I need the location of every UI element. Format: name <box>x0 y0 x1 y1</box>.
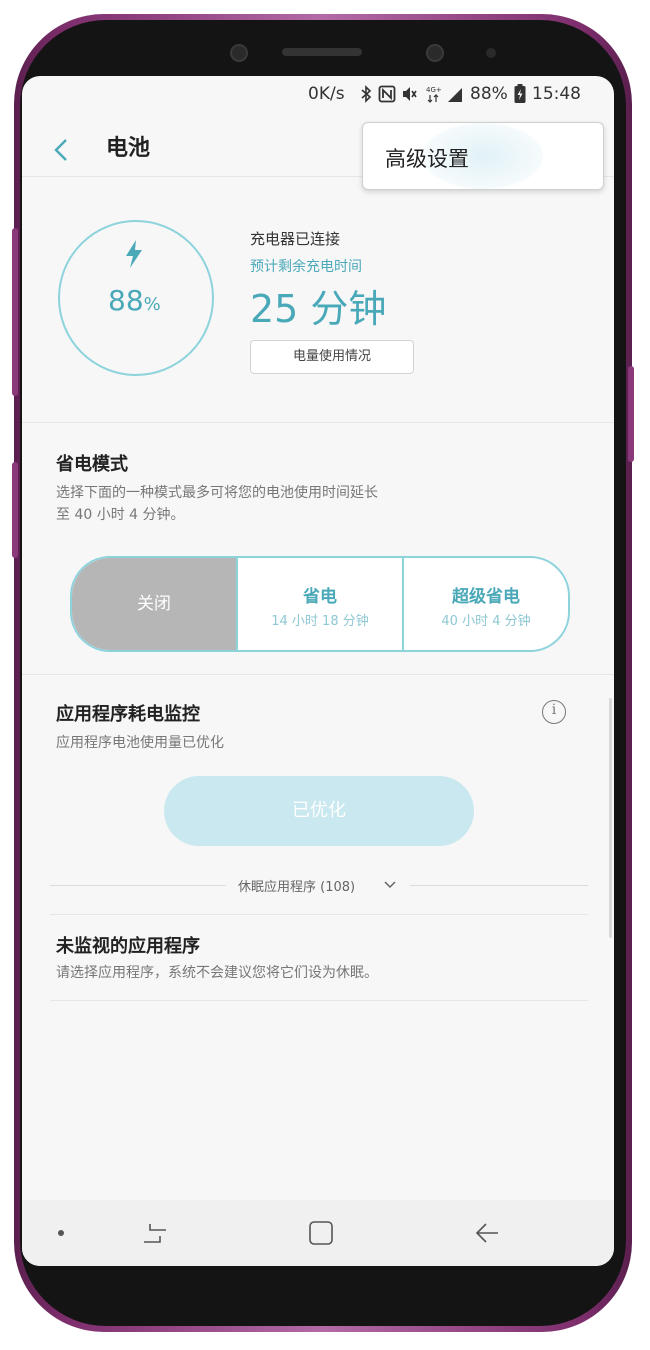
unmonitored-title: 未监视的应用程序 <box>56 936 200 957</box>
mode-ultra-power-saving[interactable]: 超级省电 40 小时 4 分钟 <box>404 558 568 650</box>
mode-power-saving[interactable]: 省电 14 小时 18 分钟 <box>238 558 402 650</box>
section-divider <box>22 422 614 423</box>
info-icon[interactable]: i <box>542 700 566 724</box>
clock: 15:48 <box>532 84 581 104</box>
overflow-menu: 高级设置 <box>362 122 604 190</box>
sleeping-apps-toggle[interactable]: 休眠应用程序 (108) <box>234 876 406 896</box>
power-mode-selector: 关闭 省电 14 小时 18 分钟 超级省电 40 小时 4 分钟 <box>70 556 570 652</box>
navigation-bar <box>22 1200 614 1266</box>
volume-button <box>12 228 18 396</box>
sleep-divider-right <box>410 885 588 886</box>
status-bar: 0K/s 4G+ 88% 15:48 <box>22 76 614 116</box>
power-saving-title: 省电模式 <box>56 454 128 475</box>
section-divider <box>50 914 588 915</box>
home-icon[interactable] <box>308 1220 334 1246</box>
lightning-bolt-icon <box>126 240 142 268</box>
mode-power-saving-time: 14 小时 18 分钟 <box>271 614 369 629</box>
battery-percent-sign: % <box>143 294 161 315</box>
power-saving-description-1: 选择下面的一种模式最多可将您的电池使用时间延长 <box>56 485 378 501</box>
chevron-down-icon <box>384 881 396 889</box>
charger-status: 充电器已连接 <box>250 230 341 248</box>
power-saving-description-2: 至 40 小时 4 分钟。 <box>56 507 185 523</box>
svg-text:4G+: 4G+ <box>426 86 442 94</box>
signal-icon <box>448 88 462 102</box>
sleep-divider-left <box>50 885 226 886</box>
app-monitor-title: 应用程序耗电监控 <box>56 704 200 725</box>
iris-sensor <box>486 48 496 58</box>
menu-item-advanced-settings[interactable]: 高级设置 <box>385 143 469 173</box>
back-nav-icon[interactable] <box>474 1220 500 1246</box>
remaining-charge-time: 25 分钟 <box>250 287 387 331</box>
unmonitored-description: 请选择应用程序，系统不会建议您将它们设为休眠。 <box>56 965 378 981</box>
nav-dot <box>58 1230 64 1236</box>
unmonitored-apps-item[interactable]: 未监视的应用程序 请选择应用程序，系统不会建议您将它们设为休眠。 <box>22 916 614 998</box>
mute-icon <box>403 87 417 101</box>
mode-power-saving-name: 省电 <box>303 587 337 607</box>
screen: 0K/s 4G+ 88% 15:48 电池 高级设置 88% 充电器已连接 预计… <box>22 76 614 1266</box>
estimate-label: 预计剩余充电时间 <box>250 259 362 275</box>
mode-ultra-power-saving-time: 40 小时 4 分钟 <box>441 614 531 629</box>
page-title: 电池 <box>106 136 151 161</box>
battery-charging-icon <box>514 84 526 103</box>
power-button <box>628 366 634 462</box>
front-camera <box>426 44 444 62</box>
section-divider <box>22 674 614 675</box>
battery-percent: 88% <box>108 284 161 317</box>
battery-percent-value: 88 <box>108 284 144 317</box>
front-sensor <box>230 44 248 62</box>
earpiece-speaker <box>282 48 362 56</box>
section-divider <box>50 1000 588 1001</box>
sleeping-apps-label: 休眠应用程序 (108) <box>238 880 356 895</box>
mode-ultra-power-saving-name: 超级省电 <box>452 587 520 607</box>
network-speed: 0K/s <box>308 84 345 104</box>
back-arrow-icon[interactable] <box>50 134 74 166</box>
battery-percent-status: 88% <box>470 84 508 104</box>
bixby-button <box>12 462 18 558</box>
optimized-button[interactable]: 已优化 <box>164 776 474 846</box>
recent-apps-icon[interactable] <box>142 1220 168 1246</box>
battery-usage-button[interactable]: 电量使用情况 <box>250 340 414 374</box>
nfc-icon <box>378 85 396 103</box>
app-monitor-description: 应用程序电池使用量已优化 <box>56 735 224 751</box>
scrollbar[interactable] <box>609 698 612 938</box>
lte-icon: 4G+ <box>426 86 442 103</box>
bluetooth-icon <box>361 85 372 103</box>
mode-off[interactable]: 关闭 <box>72 558 236 650</box>
